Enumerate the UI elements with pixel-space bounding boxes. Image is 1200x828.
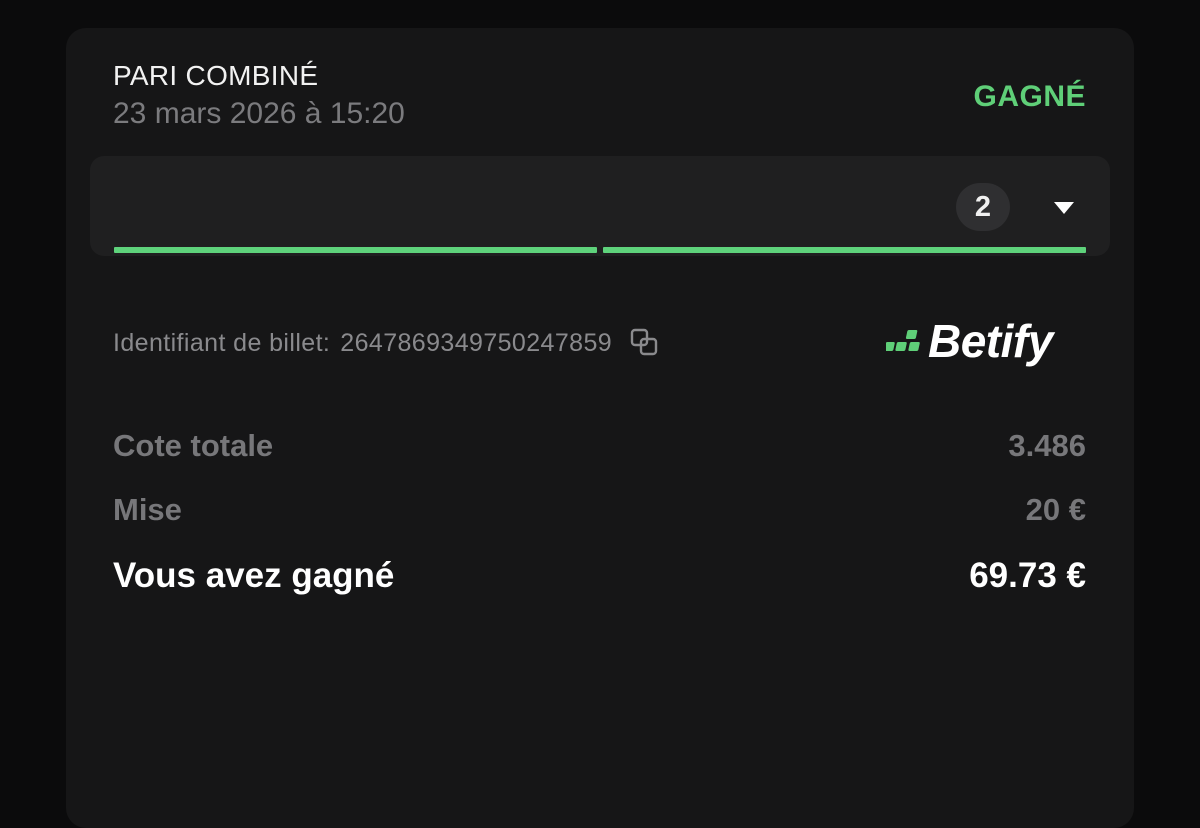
winnings-label: Vous avez gagné xyxy=(113,556,395,595)
betify-mark-icon xyxy=(886,330,920,351)
bet-type-title: PARI COMBINÉ xyxy=(113,60,319,91)
odds-label: Cote totale xyxy=(113,428,274,463)
odds-value: 3.486 xyxy=(1008,428,1086,463)
bet-card: PARI COMBINÉ 23 mars 2026 à 15:20 GAGNÉ … xyxy=(66,28,1134,828)
bet-date: 23 mars 2026 à 15:20 xyxy=(113,97,405,130)
ticket-id-value: 2647869349750247859 xyxy=(340,328,613,357)
legs-count-badge: 2 xyxy=(956,183,1010,231)
winnings-row: Vous avez gagné 69.73 € xyxy=(113,556,1086,596)
leg-progress-segment xyxy=(114,247,597,253)
stake-label: Mise xyxy=(113,492,182,527)
ticket-id-label: Identifiant de billet: xyxy=(113,328,331,357)
legs-progress-bar xyxy=(114,247,1086,253)
stake-row: Mise 20 € xyxy=(113,492,1086,528)
expand-button[interactable] xyxy=(1040,188,1088,228)
status-badge: GAGNÉ xyxy=(973,80,1086,113)
winnings-value: 69.73 € xyxy=(969,556,1086,595)
leg-progress-segment xyxy=(603,247,1086,253)
caret-down-icon xyxy=(1054,202,1074,214)
stake-value: 20 € xyxy=(1025,492,1086,527)
odds-row: Cote totale 3.486 xyxy=(113,428,1086,464)
copy-icon[interactable] xyxy=(628,326,662,360)
brand-logo: Betify xyxy=(886,314,1053,368)
ticket-id-row: Identifiant de billet: 26478693497502478… xyxy=(113,326,662,360)
legs-toggle[interactable]: 2 xyxy=(90,156,1110,256)
brand-name: Betify xyxy=(928,315,1053,367)
